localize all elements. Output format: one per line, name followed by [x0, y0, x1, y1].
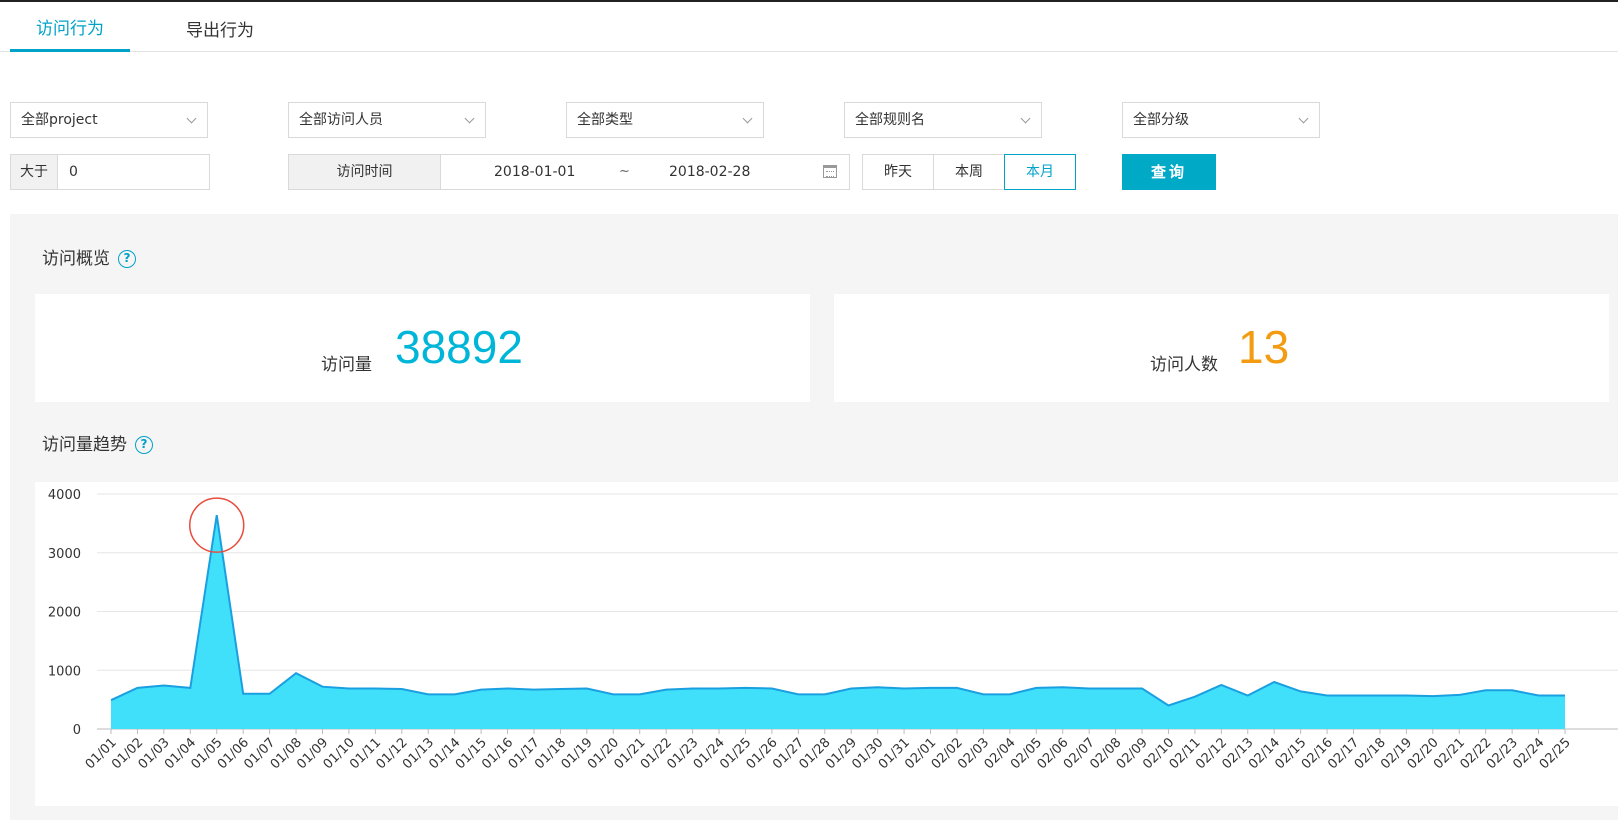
chevron-down-icon — [186, 113, 197, 124]
y-tick-label: 3000 — [48, 547, 81, 562]
visitor-select-value: 全部访问人员 — [299, 112, 383, 128]
calendar-icon[interactable] — [823, 165, 837, 178]
report-panel: 访问概览? 访问量 38892 访问人数 13 访问量趋势? 0 1000 2000… — [10, 214, 1618, 820]
visitor-select[interactable]: 全部访问人员 — [288, 102, 486, 138]
overview-title: 访问概览? — [42, 244, 136, 269]
y-tick-label: 0 — [73, 723, 81, 738]
trend-title: 访问量趋势? — [42, 430, 153, 455]
tab-visit-behavior[interactable]: 访问行为 — [10, 2, 130, 52]
visits-card: 访问量 38892 — [35, 294, 810, 402]
this-week-button[interactable]: 本周 — [933, 154, 1005, 190]
threshold-field: 大于 — [10, 154, 210, 190]
help-icon[interactable]: ? — [135, 436, 153, 454]
date-start[interactable]: 2018-01-01 — [494, 155, 575, 189]
type-select[interactable]: 全部类型 — [566, 102, 764, 138]
this-month-button[interactable]: 本月 — [1004, 154, 1076, 190]
chevron-down-icon — [1020, 113, 1031, 124]
trend-chart-container: 0 1000 2000 3000 4000 01/01 01/02 01/03 01/04 01/… — [35, 482, 1618, 806]
series-area — [111, 515, 1565, 729]
visits-trend-chart: 0100020003000400001/0101/0201/0301/0401/… — [48, 488, 1618, 772]
visitors-value: 13 — [1238, 321, 1290, 373]
y-tick-label: 4000 — [48, 488, 81, 503]
overview-title-text: 访问概览 — [42, 249, 110, 269]
visitors-label: 访问人数 — [1150, 355, 1218, 375]
project-select[interactable]: 全部project — [10, 102, 208, 138]
date-range-picker[interactable]: 访问时间 2018-01-01 ~ 2018-02-28 — [288, 154, 850, 190]
visits-label: 访问量 — [321, 355, 372, 375]
date-separator: ~ — [619, 164, 630, 179]
tab-export-behavior[interactable]: 导出行为 — [160, 2, 280, 52]
chevron-down-icon — [464, 113, 475, 124]
y-tick-label: 1000 — [48, 664, 81, 679]
level-select[interactable]: 全部分级 — [1122, 102, 1320, 138]
project-select-value: 全部project — [21, 112, 98, 128]
series-line — [110, 514, 1565, 707]
rule-name-select-value: 全部规则名 — [855, 112, 925, 128]
rule-name-select[interactable]: 全部规则名 — [844, 102, 1042, 138]
y-tick-label: 2000 — [48, 606, 81, 621]
yesterday-button[interactable]: 昨天 — [862, 154, 934, 190]
level-select-value: 全部分级 — [1133, 112, 1189, 128]
help-icon[interactable]: ? — [118, 250, 136, 268]
chevron-down-icon — [742, 113, 753, 124]
date-end[interactable]: 2018-02-28 — [669, 155, 750, 189]
threshold-input[interactable] — [59, 155, 209, 189]
trend-title-text: 访问量趋势 — [42, 435, 127, 455]
threshold-label: 大于 — [11, 155, 58, 189]
date-range-label: 访问时间 — [289, 155, 441, 189]
tab-bar: 访问行为 导出行为 — [0, 2, 1618, 52]
visitors-card: 访问人数 13 — [834, 294, 1609, 402]
query-button[interactable]: 查询 — [1122, 154, 1216, 190]
type-select-value: 全部类型 — [577, 112, 633, 128]
visits-value: 38892 — [395, 321, 523, 373]
chevron-down-icon — [1298, 113, 1309, 124]
